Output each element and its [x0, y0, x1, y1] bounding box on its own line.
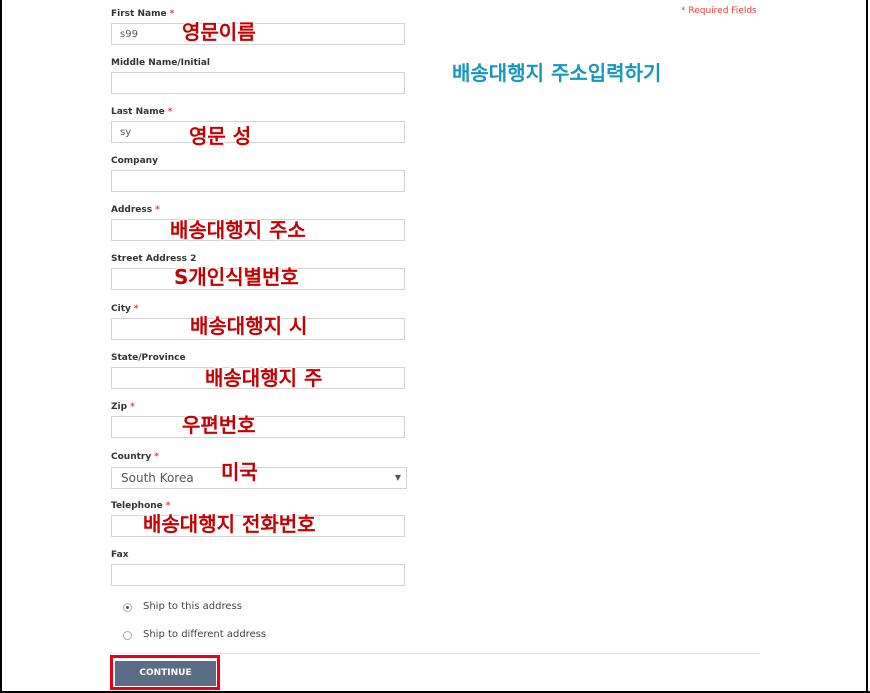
telephone-label-text: Telephone — [111, 501, 163, 511]
zip-label-text: Zip — [111, 402, 128, 412]
annotation-address: 배송대행지 주소 — [170, 218, 306, 242]
middle-name-label: Middle Name/Initial — [111, 58, 211, 68]
street-address-2-label: Street Address 2 — [111, 254, 197, 264]
annotation-city: 배송대행지 시 — [190, 314, 308, 338]
continue-button[interactable]: CONTINUE — [115, 661, 216, 686]
required-asterisk: * — [169, 9, 175, 19]
required-asterisk: * — [154, 452, 159, 462]
last-name-input[interactable] — [111, 121, 405, 143]
required-asterisk: * — [155, 205, 160, 215]
city-label-text: City — [111, 304, 131, 314]
last-name-label: Last Name * — [111, 107, 172, 117]
annotation-street-address-2: S개인식별번호 — [174, 265, 299, 289]
state-label: State/Province — [111, 353, 186, 363]
ship-to-this-address-radio[interactable] — [123, 603, 132, 612]
telephone-label: Telephone * — [111, 501, 171, 511]
fax-input[interactable] — [111, 564, 405, 586]
annotation-last-name: 영문 성 — [189, 124, 252, 148]
annotation-country: 미국 — [221, 460, 258, 484]
chevron-down-icon: ▼ — [394, 473, 401, 482]
required-asterisk: * — [167, 107, 173, 117]
form-divider — [111, 653, 760, 654]
ship-to-different-address-radio[interactable] — [123, 631, 132, 640]
ship-to-different-address-label: Ship to different address — [143, 629, 267, 640]
annotation-title: 배송대행지 주소입력하기 — [452, 61, 662, 85]
required-asterisk: * — [165, 501, 171, 511]
frame-left-border — [0, 0, 2, 693]
middle-name-input[interactable] — [111, 72, 405, 94]
first-name-input[interactable] — [111, 23, 405, 45]
required-asterisk: * — [133, 304, 139, 314]
annotation-telephone: 배송대행지 전화번호 — [143, 512, 316, 536]
company-input[interactable] — [111, 170, 405, 192]
frame-right-border — [866, 0, 868, 693]
zip-label: Zip * — [111, 402, 135, 412]
country-select[interactable]: South Korea ▼ — [111, 467, 407, 489]
required-asterisk: * — [130, 402, 135, 412]
country-label: Country * — [111, 452, 159, 462]
address-label-text: Address — [111, 205, 153, 215]
zip-input[interactable] — [111, 416, 405, 438]
first-name-label-text: First Name — [111, 9, 167, 19]
ship-to-this-address-label: Ship to this address — [143, 601, 242, 612]
first-name-label: First Name * — [111, 9, 174, 19]
last-name-label-text: Last Name — [111, 107, 165, 117]
annotation-zip: 우편번호 — [182, 413, 256, 437]
city-label: City * — [111, 304, 139, 314]
annotation-first-name: 영문이름 — [182, 20, 256, 44]
country-label-text: Country — [111, 452, 152, 462]
fax-label: Fax — [111, 550, 129, 560]
country-select-value: South Korea — [121, 471, 194, 485]
required-fields-note: * Required Fields — [681, 6, 757, 16]
company-label: Company — [111, 156, 158, 166]
annotation-state: 배송대행지 주 — [205, 366, 323, 390]
address-label: Address * — [111, 205, 160, 215]
